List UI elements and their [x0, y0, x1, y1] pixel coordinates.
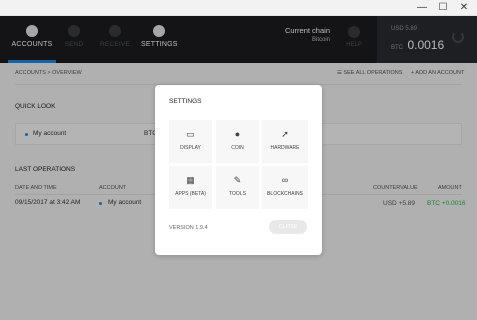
settings-tile-hardware[interactable]: ➚ HARDWARE — [262, 120, 308, 163]
rocket-icon: ➚ — [281, 129, 289, 139]
grid-icon: ▦ — [186, 175, 195, 185]
version-label: VERSION 1.9.4 — [169, 225, 208, 231]
tile-label: COIN — [231, 145, 244, 151]
tile-label: BLOCKCHAINS — [267, 191, 303, 197]
tile-label: DISPLAY — [180, 145, 201, 151]
settings-modal: SETTINGS ▭ DISPLAY ● COIN ➚ HARDWARE ▦ A… — [155, 85, 322, 255]
settings-tile-blockchains[interactable]: ∞ BLOCKCHAINS — [262, 166, 308, 209]
settings-tile-display[interactable]: ▭ DISPLAY — [169, 120, 212, 163]
wrench-icon: ✎ — [233, 175, 242, 185]
link-icon: ∞ — [281, 175, 289, 185]
close-window-icon[interactable]: ✕ — [453, 0, 475, 16]
minimize-icon[interactable]: — — [411, 0, 433, 16]
settings-tile-tools[interactable]: ✎ TOOLS — [216, 166, 259, 209]
maximize-icon[interactable]: ☐ — [432, 0, 454, 16]
tile-label: HARDWARE — [270, 145, 300, 151]
window-titlebar: — ☐ ✕ — [0, 0, 477, 16]
globe-icon: ● — [234, 129, 241, 139]
settings-tile-apps[interactable]: ▦ APPS (BETA) — [169, 166, 212, 209]
settings-tile-coin[interactable]: ● COIN — [216, 120, 259, 163]
tile-label: APPS (BETA) — [175, 191, 206, 197]
monitor-icon: ▭ — [186, 129, 195, 139]
close-button[interactable]: CLOSE — [269, 220, 307, 234]
tile-label: TOOLS — [229, 191, 246, 197]
settings-title: SETTINGS — [169, 98, 202, 105]
